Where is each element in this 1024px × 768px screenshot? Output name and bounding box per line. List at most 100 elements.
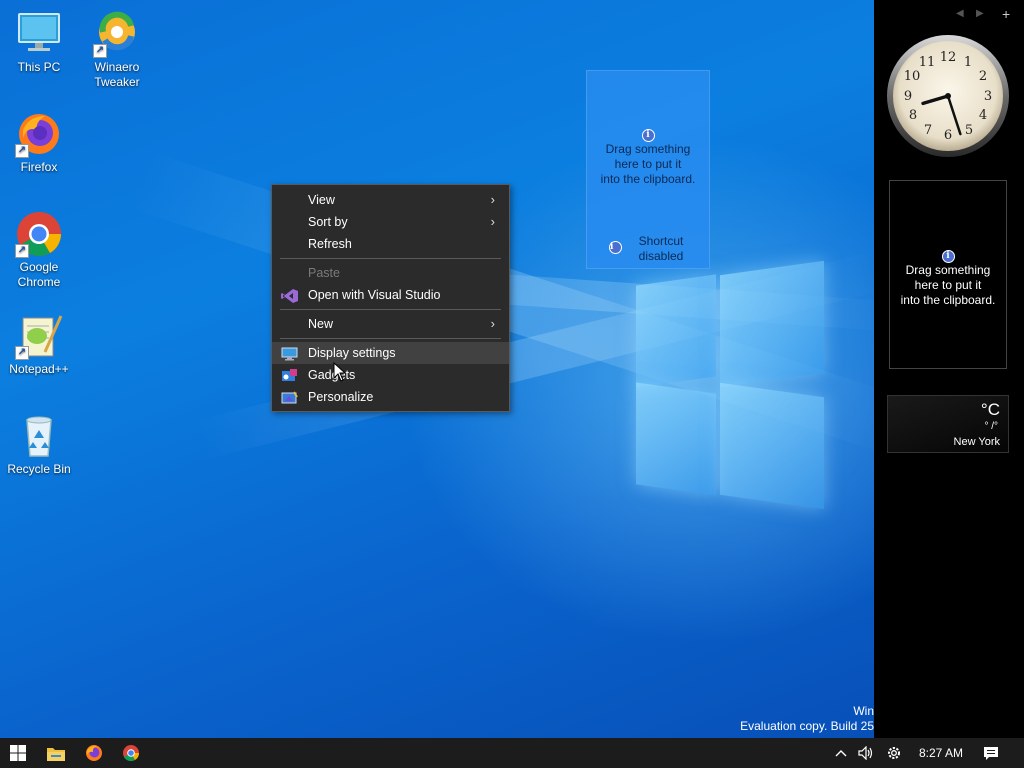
this-pc-icon [15, 10, 63, 58]
menu-item-label: Sort by [308, 215, 348, 229]
clipboard-hint-line1: Drag something [905, 263, 991, 277]
shortcut-arrow-icon: ↗ [15, 244, 29, 258]
clipboard-gadget-sidebar[interactable]: i Drag something here to put it into the… [889, 180, 1007, 369]
clipboard-hint-line2: here to put it [614, 157, 682, 171]
desktop-icon-label-line2: Tweaker [94, 75, 140, 89]
menu-item-label: Personalize [308, 390, 374, 404]
clipboard-hint-line3: into the clipboard. [600, 172, 696, 186]
visual-studio-icon [281, 288, 298, 303]
svg-text:10: 10 [904, 69, 921, 84]
taskbar: 8:27 AM [0, 738, 1024, 768]
clipboard-gadget-desktop[interactable]: i Drag something here to put it into the… [586, 70, 710, 269]
weather-unit: °C [980, 400, 1000, 419]
menu-item-sort-by[interactable]: Sort by › [272, 211, 509, 233]
winaero-tweaker-icon: ↗ [93, 10, 141, 58]
taskbar-file-explorer[interactable] [38, 738, 74, 768]
taskbar-firefox[interactable] [76, 738, 112, 768]
watermark-line2: Evaluation copy. Build 25 [740, 719, 874, 733]
clipboard-hint-line1: Drag something [605, 142, 691, 156]
info-icon: i [641, 129, 655, 142]
shortcut-arrow-icon: ↗ [15, 144, 29, 158]
desktop-context-menu: View › Sort by › Refresh Paste Open with… [271, 184, 510, 412]
mouse-cursor [333, 361, 347, 382]
svg-text:3: 3 [984, 89, 992, 104]
shortcut-arrow-icon: ↗ [93, 44, 107, 58]
chrome-icon: ↗ [15, 210, 63, 258]
svg-text:2: 2 [979, 69, 987, 84]
menu-item-label: Paste [308, 266, 340, 280]
menu-item-view[interactable]: View › [272, 189, 509, 211]
desktop-icon-label: Firefox [20, 160, 58, 174]
personalize-icon [281, 390, 298, 404]
menu-item-refresh[interactable]: Refresh [272, 233, 509, 255]
svg-text:9: 9 [904, 89, 912, 104]
weather-city: New York [953, 436, 1000, 448]
info-icon: i [941, 250, 955, 263]
tray-clock[interactable]: 8:27 AM [912, 738, 970, 768]
menu-item-personalize[interactable]: Personalize [272, 386, 509, 408]
desktop-icon-winaero-tweaker[interactable]: ↗ Winaero Tweaker [80, 10, 154, 90]
menu-item-paste: Paste [272, 262, 509, 284]
recycle-bin-icon [15, 412, 63, 460]
firefox-icon [86, 745, 102, 761]
notepad-plus-plus-icon: ↗ [15, 312, 63, 360]
start-button[interactable] [0, 738, 36, 768]
chevron-up-icon [835, 750, 847, 757]
menu-item-label: Open with Visual Studio [308, 288, 441, 302]
weather-gadget[interactable]: °C ° /° New York [887, 395, 1009, 453]
chevron-right-icon: › [490, 316, 495, 331]
chevron-right-icon: › [490, 214, 495, 229]
desktop-icon-firefox[interactable]: ↗ Firefox [2, 110, 76, 175]
desktop-icon-recycle-bin[interactable]: Recycle Bin [2, 412, 76, 477]
menu-separator [280, 258, 501, 259]
menu-item-label: View [308, 193, 335, 207]
menu-separator [280, 338, 501, 339]
info-icon: i [609, 241, 622, 254]
menu-separator [280, 309, 501, 310]
volume-icon [858, 746, 873, 760]
svg-text:8: 8 [909, 108, 917, 123]
menu-item-display-settings[interactable]: Display settings [272, 342, 509, 364]
shortcut-disabled-line2: disabled [638, 249, 684, 263]
desktop-icon-label: This PC [17, 60, 61, 74]
gear-icon [888, 747, 900, 759]
tray-volume[interactable] [852, 738, 880, 768]
svg-text:5: 5 [965, 123, 973, 138]
notifications-icon [984, 746, 998, 760]
svg-text:6: 6 [944, 128, 952, 143]
menu-item-label: Refresh [308, 237, 352, 251]
clipboard-hint-line2: here to put it [914, 278, 982, 292]
shortcut-arrow-icon: ↗ [15, 346, 29, 360]
action-center-button[interactable] [974, 738, 1008, 768]
display-icon [281, 346, 298, 361]
start-icon [10, 745, 26, 761]
svg-text:4: 4 [979, 108, 987, 123]
menu-item-gadgets[interactable]: Gadgets [272, 364, 509, 386]
menu-item-new[interactable]: New › [272, 313, 509, 335]
desktop-icon-label-line2: Chrome [17, 275, 61, 289]
menu-item-open-with-visual-studio[interactable]: Open with Visual Studio [272, 284, 509, 306]
menu-item-label: New [308, 317, 334, 331]
desktop-icon-google-chrome[interactable]: ↗ Google Chrome [2, 210, 76, 290]
taskbar-chrome[interactable] [113, 738, 149, 768]
windows-logo-wallpaper [636, 258, 824, 512]
desktop-icon-notepad-plus-plus[interactable]: ↗ Notepad++ [2, 312, 76, 377]
file-explorer-icon [47, 747, 65, 761]
desktop-icon-label-line1: Google [19, 260, 59, 274]
sidebar-add-gadget-button[interactable]: + [1002, 6, 1010, 22]
sidebar-next-button[interactable]: ▶ [976, 8, 984, 19]
desktop-icon-label: Notepad++ [9, 362, 69, 376]
svg-text:11: 11 [919, 55, 936, 70]
desktop-icon-this-pc[interactable]: This PC [2, 10, 76, 75]
desktop-icon-label: Recycle Bin [7, 462, 71, 476]
sidebar-prev-button[interactable]: ◀ [956, 8, 964, 19]
shortcut-disabled-line1: Shortcut [638, 234, 684, 248]
weather-temp-range: ° /° [984, 421, 998, 432]
svg-text:7: 7 [924, 123, 932, 138]
gadgets-icon [281, 368, 298, 382]
menu-item-label: Display settings [308, 346, 396, 360]
svg-text:12: 12 [940, 50, 957, 65]
watermark-line1: Win [853, 704, 874, 718]
tray-settings[interactable] [880, 738, 908, 768]
clock-gadget[interactable]: 12 1 2 3 4 5 6 7 8 9 10 11 [886, 34, 1010, 158]
